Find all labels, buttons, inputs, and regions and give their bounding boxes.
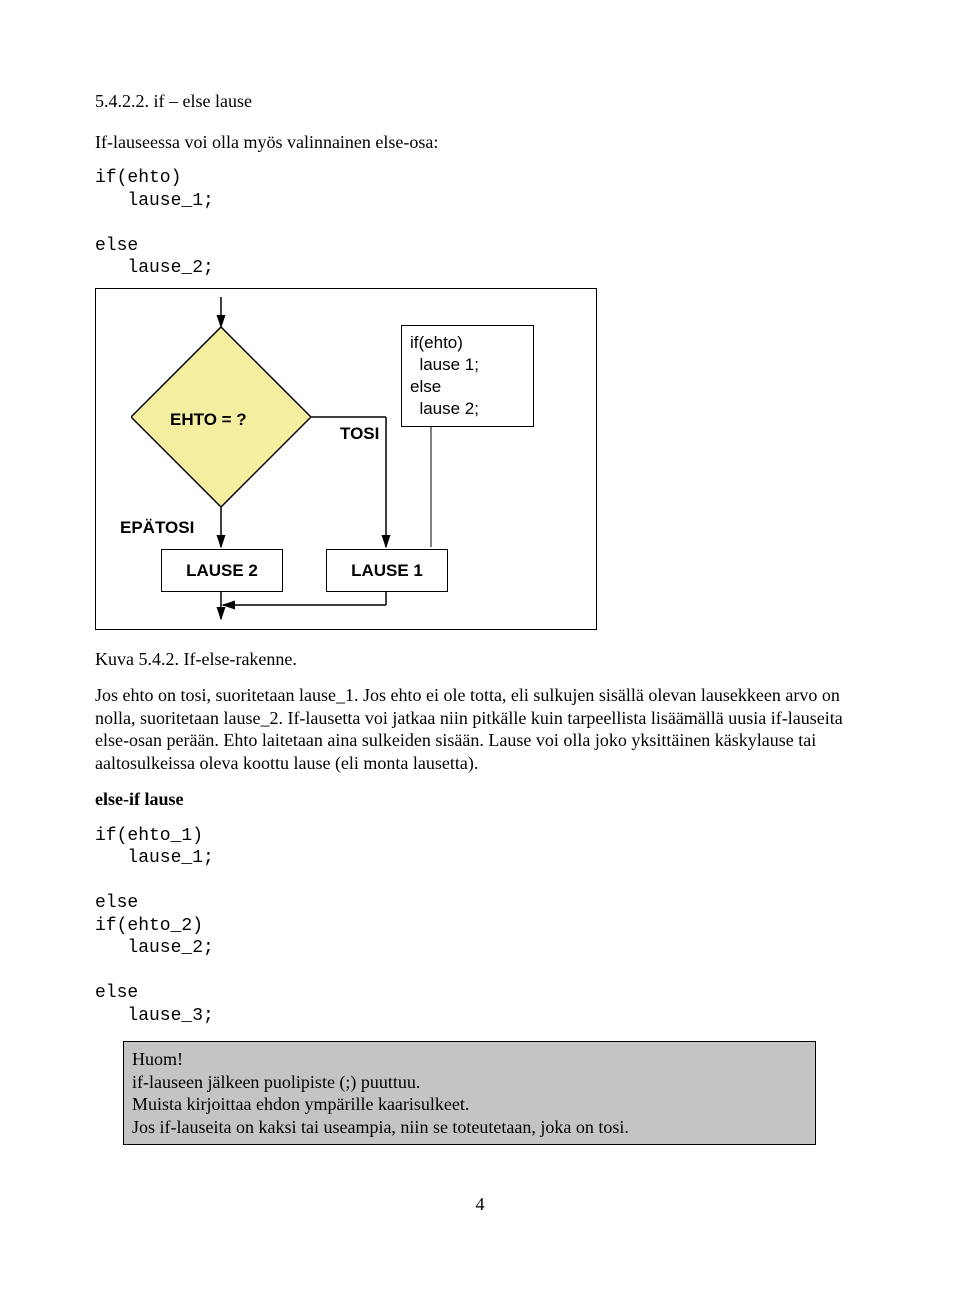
code-block-2: if(ehto_1) lause_1; else if(ehto_2) laus… xyxy=(95,825,865,1028)
flowchart-diagram: EHTO = ? TOSI EPÄTOSI if(ehto) lause 1; … xyxy=(95,288,597,630)
process-box-lause1: LAUSE 1 xyxy=(326,549,448,592)
subheading-elseif: else-if lause xyxy=(95,788,865,811)
code-block-1: if(ehto) lause_1; else lause_2; xyxy=(95,167,865,280)
note-line: Huom! xyxy=(132,1048,807,1071)
note-line: Muista kirjoittaa ehdon ympärille kaaris… xyxy=(132,1093,807,1116)
flowchart-code-box: if(ehto) lause 1; else lause 2; xyxy=(401,325,534,427)
section-title-text: if – else lause xyxy=(154,91,252,111)
section-number: 5.4.2.2. xyxy=(95,91,149,111)
true-branch-label: TOSI xyxy=(340,423,379,444)
process-box-lause2: LAUSE 2 xyxy=(161,549,283,592)
decision-label: EHTO = ? xyxy=(170,409,247,430)
note-line: if-lauseen jälkeen puolipiste (;) puuttu… xyxy=(132,1071,807,1094)
figure-caption: Kuva 5.4.2. If-else-rakenne. xyxy=(95,648,865,671)
section-heading: 5.4.2.2. if – else lause xyxy=(95,90,865,113)
note-box: Huom! if-lauseen jälkeen puolipiste (;) … xyxy=(123,1041,816,1145)
body-paragraph-1: Jos ehto on tosi, suoritetaan lause_1. J… xyxy=(95,684,865,774)
note-line: Jos if-lauseita on kaksi tai useampia, n… xyxy=(132,1116,807,1139)
page-number: 4 xyxy=(95,1193,865,1216)
false-branch-label: EPÄTOSI xyxy=(120,517,194,538)
intro-paragraph: If-lauseessa voi olla myös valinnainen e… xyxy=(95,131,865,154)
